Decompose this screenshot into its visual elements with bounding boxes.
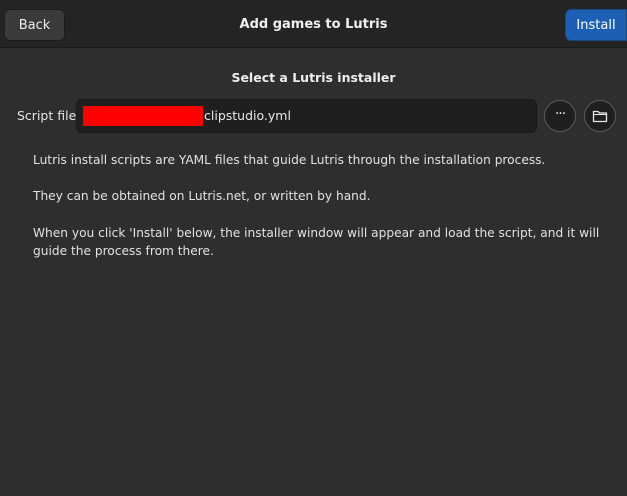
- description-paragraph: They can be obtained on Lutris.net, or w…: [33, 189, 371, 203]
- window-title: Add games to Lutris: [239, 16, 388, 32]
- redaction-box: [83, 106, 203, 126]
- description-paragraph: Lutris install scripts are YAML files th…: [33, 153, 546, 167]
- script-file-label: Script file: [17, 108, 77, 123]
- headerbar: Back Add games to Lutris Install: [0, 0, 627, 48]
- install-button[interactable]: Install: [565, 9, 627, 41]
- folder-icon: [592, 110, 608, 123]
- ellipsis-icon: ···: [554, 106, 566, 122]
- back-button[interactable]: Back: [4, 9, 65, 41]
- browse-options-button[interactable]: ···: [544, 100, 576, 132]
- page-subtitle: Select a Lutris installer: [231, 70, 396, 85]
- script-file-input[interactable]: clipstudio.yml: [76, 99, 537, 133]
- script-file-value: clipstudio.yml: [204, 108, 291, 123]
- description-paragraph: When you click 'Install' below, the inst…: [33, 226, 600, 258]
- open-folder-button[interactable]: [584, 100, 616, 132]
